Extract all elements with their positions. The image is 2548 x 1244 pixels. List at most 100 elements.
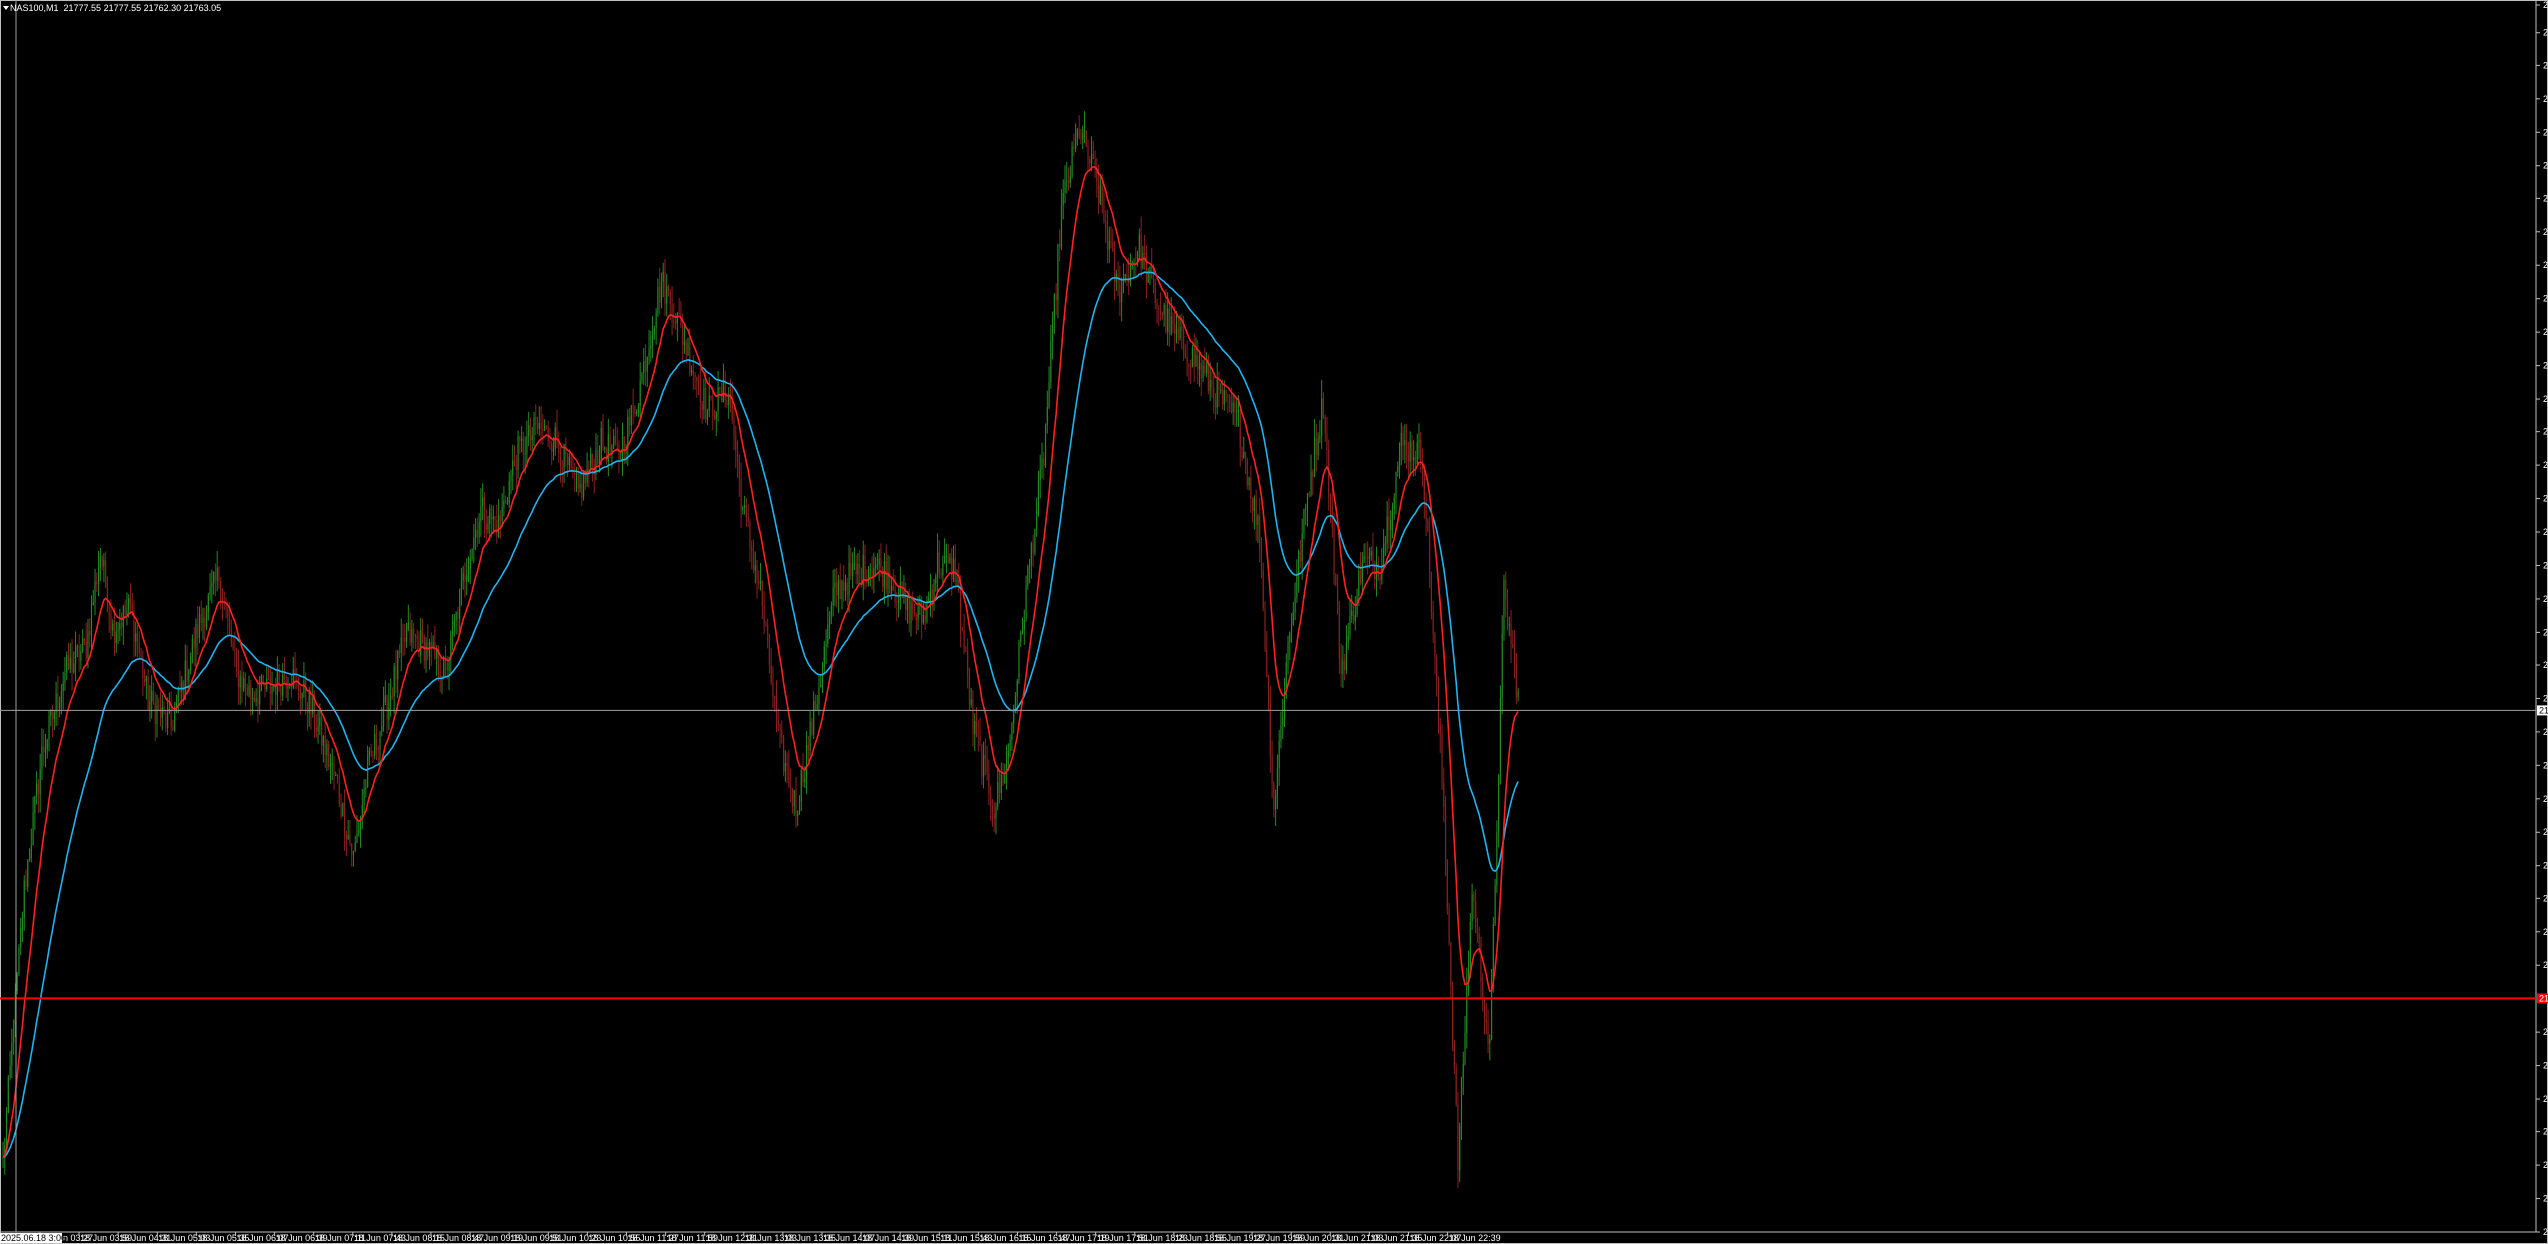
- candle-body: [501, 507, 503, 521]
- candle-body: [246, 688, 248, 695]
- candle-body: [605, 448, 608, 462]
- candle-body: [722, 380, 724, 402]
- price-chart[interactable]: 21892.75 21887.65 21881.65 21875.50 21869.35…: [0, 0, 2548, 1244]
- candle-body: [772, 682, 774, 697]
- collapse-triangle-icon[interactable]: [3, 6, 9, 10]
- candle-body: [1397, 466, 1399, 472]
- candle-body: [1411, 441, 1413, 461]
- y-tick-label: 21881.65: [2543, 60, 2548, 70]
- candle-body: [140, 653, 142, 658]
- candle-body: [1195, 355, 1197, 367]
- candle-body: [917, 605, 919, 621]
- candle-body: [878, 558, 880, 565]
- candle-body: [163, 706, 165, 713]
- candle-body: [1159, 309, 1162, 314]
- candle-body: [759, 581, 762, 584]
- candle-body: [1264, 608, 1266, 650]
- candle-body: [616, 443, 618, 445]
- candle-body: [1464, 1032, 1466, 1064]
- candle-body: [1395, 471, 1397, 498]
- candle-body: [1225, 390, 1227, 395]
- candle-body: [517, 436, 519, 470]
- candle-body: [1478, 933, 1480, 944]
- candle-body: [1184, 350, 1186, 357]
- candle-body: [1030, 543, 1032, 564]
- candle-body: [701, 403, 703, 411]
- candle-body: [1416, 442, 1418, 465]
- candle-body: [1200, 362, 1202, 379]
- candle-body: [1023, 619, 1025, 630]
- candle-body: [23, 880, 25, 919]
- candle-body: [1082, 133, 1084, 140]
- candle-body: [742, 507, 744, 510]
- y-tick-label: 21746.80: [2543, 794, 2548, 804]
- candle-body: [977, 735, 979, 737]
- candle-body: [112, 623, 114, 631]
- candle-body: [875, 566, 877, 569]
- candle-body: [1036, 509, 1038, 530]
- candle-body: [186, 660, 188, 682]
- candle-body: [798, 801, 801, 814]
- candle-body: [80, 651, 82, 661]
- candle-body: [1289, 632, 1291, 643]
- candle-body: [1501, 633, 1503, 698]
- candle-body: [1145, 253, 1148, 283]
- candle-body: [1352, 610, 1355, 622]
- candle-body: [1152, 277, 1155, 283]
- candle-body: [28, 858, 31, 861]
- candle-body: [880, 558, 882, 569]
- candle-body: [1044, 425, 1047, 466]
- candle-body: [577, 473, 579, 489]
- candle-body: [747, 517, 749, 522]
- candle-body: [1154, 282, 1156, 304]
- candle-body: [526, 435, 528, 454]
- candle-body: [1354, 614, 1356, 622]
- candle-body: [27, 860, 29, 887]
- candle-body: [1174, 324, 1176, 334]
- candle-body: [315, 727, 317, 732]
- candle-body: [997, 782, 999, 807]
- candle-body: [1298, 551, 1300, 575]
- candle-body: [1312, 471, 1314, 478]
- candle-body: [844, 583, 847, 591]
- candle-body: [1439, 723, 1441, 735]
- candle-body: [13, 1036, 15, 1044]
- candle-body: [752, 550, 755, 571]
- candle-body: [813, 701, 815, 735]
- candle-body: [1512, 644, 1514, 648]
- candle-body: [335, 775, 337, 777]
- candle-body: [471, 548, 473, 559]
- candle-body: [830, 605, 832, 617]
- candle-body: [715, 411, 717, 419]
- candle-body: [636, 412, 638, 414]
- candle-body: [515, 464, 517, 470]
- candle-body: [1432, 612, 1434, 635]
- candle-body: [938, 552, 940, 574]
- crosshair-price-label: 21763.05: [2539, 705, 2548, 715]
- candle-body: [60, 691, 63, 703]
- candle-body: [216, 567, 218, 581]
- candle-body: [1517, 691, 1519, 698]
- candle-body: [795, 790, 797, 816]
- candle-body: [506, 502, 509, 504]
- candle-body: [136, 633, 139, 647]
- candle-body: [804, 778, 806, 783]
- candle-body: [890, 585, 893, 594]
- candle-body: [250, 685, 252, 700]
- candle-body: [1193, 347, 1195, 367]
- candle-body: [1126, 273, 1128, 277]
- candle-body: [382, 702, 385, 726]
- candle-body: [650, 345, 652, 349]
- candle-body: [154, 702, 156, 725]
- candle-body: [1090, 153, 1093, 164]
- candle-body: [1446, 860, 1448, 909]
- candle-body: [630, 405, 632, 426]
- candle-body: [1487, 1022, 1489, 1044]
- candle-body: [1427, 520, 1429, 531]
- y-tick-label: 21789.70: [2543, 560, 2548, 570]
- candle-body: [705, 387, 707, 420]
- candle-body: [1252, 497, 1254, 512]
- candle-body: [414, 635, 417, 637]
- candle-body: [965, 650, 967, 652]
- y-tick-label: 21703.90: [2543, 1027, 2548, 1037]
